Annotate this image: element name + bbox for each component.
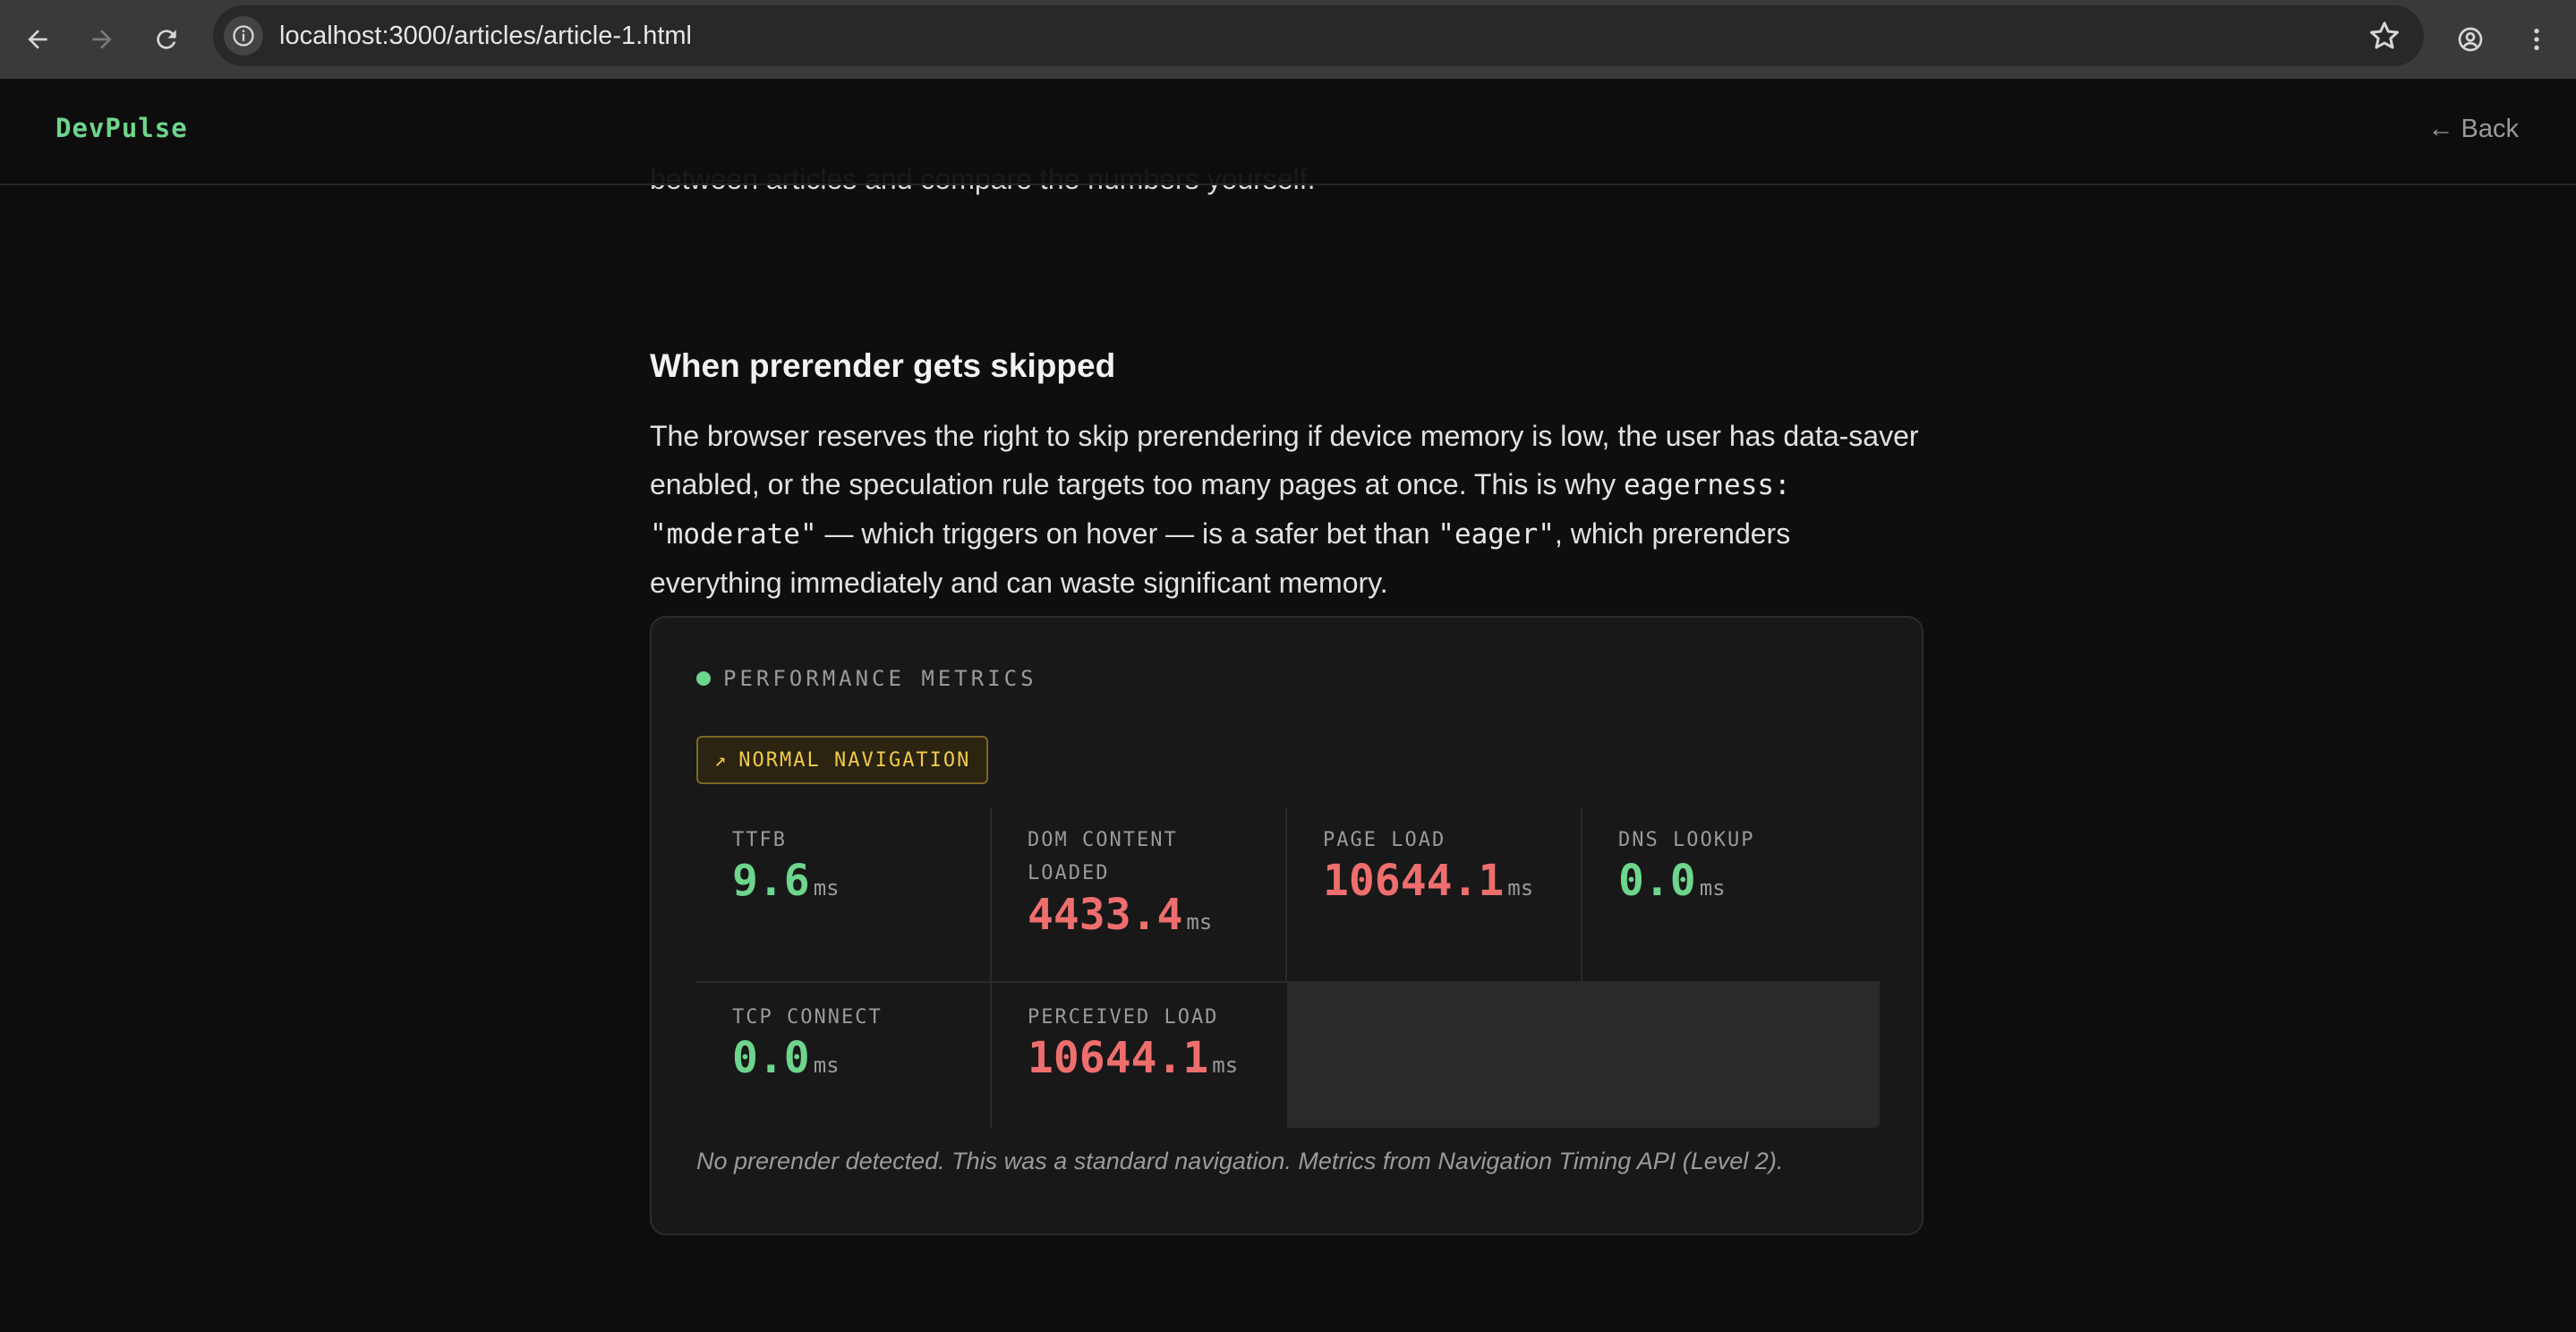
site-header: DevPulse ← Back — [0, 79, 2576, 185]
back-arrow-icon[interactable] — [14, 16, 61, 63]
url-path: :3000/articles/article-1.html — [381, 21, 692, 50]
metric-label: TCP CONNECT — [732, 1006, 883, 1029]
address-bar[interactable]: localhost:3000/articles/article-1.html — [213, 5, 2424, 66]
arrow-up-right-icon: ↗ — [714, 748, 729, 772]
metric-page-load: PAGE LOAD 10644.1 ms — [1287, 807, 1582, 983]
brand-logo[interactable]: DevPulse — [55, 113, 188, 143]
metric-unit: ms — [1212, 1053, 1239, 1078]
browser-toolbar: localhost:3000/articles/article-1.html — [0, 0, 2576, 79]
status-dot-icon — [696, 671, 711, 686]
metric-tcp-connect: TCP CONNECT 0.0 ms — [696, 983, 992, 1128]
site-info-icon[interactable] — [224, 16, 263, 56]
inline-code-eager: "eager" — [1437, 518, 1555, 551]
url-text[interactable]: localhost:3000/articles/article-1.html — [279, 5, 692, 66]
metric-dns-lookup: DNS LOOKUP 0.0 ms — [1582, 807, 1880, 983]
metric-number: 9.6 — [732, 856, 810, 906]
metric-number: 0.0 — [1618, 856, 1696, 906]
metric-unit: ms — [1186, 909, 1213, 935]
menu-kebab-icon[interactable] — [2513, 16, 2560, 63]
forward-arrow-icon[interactable] — [79, 16, 125, 63]
reload-icon[interactable] — [143, 16, 190, 63]
metric-number: 4433.4 — [1028, 890, 1183, 940]
metric-number: 0.0 — [732, 1033, 810, 1083]
metric-number: 10644.1 — [1028, 1033, 1209, 1083]
badge-label: NORMAL NAVIGATION — [738, 748, 971, 772]
metric-perceived-load: PERCEIVED LOAD 10644.1 ms — [992, 983, 1287, 1128]
metric-unit: ms — [1507, 875, 1534, 901]
metric-unit: ms — [1699, 875, 1726, 901]
navigation-type-badge: ↗ NORMAL NAVIGATION — [696, 736, 989, 784]
metric-label: DOM CONTENT LOADED — [1028, 829, 1178, 884]
metric-unit: ms — [813, 875, 840, 901]
metric-label: TTFB — [732, 829, 787, 851]
performance-metrics-card: PERFORMANCE METRICS ↗ NORMAL NAVIGATION … — [650, 616, 1923, 1235]
section-heading: When prerender gets skipped — [650, 347, 1116, 384]
bookmark-star-icon[interactable] — [2367, 18, 2402, 54]
page-viewport: between articles and compare the numbers… — [0, 79, 2576, 1332]
card-title: PERFORMANCE METRICS — [696, 666, 1037, 691]
metrics-grid: TTFB 9.6 ms DOM CONTENT LOADED 4433.4 ms P… — [696, 807, 1880, 1128]
back-link[interactable]: ← Back — [2427, 115, 2519, 144]
metric-value: 9.6 ms — [732, 856, 840, 906]
metric-value: 10644.1 ms — [1323, 856, 1533, 906]
metric-dom-content-loaded: DOM CONTENT LOADED 4433.4 ms — [992, 807, 1287, 983]
metric-ttfb: TTFB 9.6 ms — [696, 807, 992, 983]
profile-icon[interactable] — [2447, 16, 2494, 63]
metrics-footnote: No prerender detected. This was a standa… — [696, 1148, 1784, 1174]
metric-value: 0.0 ms — [732, 1033, 840, 1083]
metrics-grid-empty-slot — [1287, 983, 1880, 1128]
section-paragraph: The browser reserves the right to skip p… — [650, 412, 1925, 607]
url-host: localhost — [279, 21, 382, 50]
metric-label: DNS LOOKUP — [1618, 829, 1755, 851]
metric-value: 10644.1 ms — [1028, 1033, 1238, 1083]
metric-label: PERCEIVED LOAD — [1028, 1006, 1219, 1029]
metric-unit: ms — [813, 1053, 840, 1078]
metric-value: 4433.4 ms — [1028, 890, 1212, 940]
card-title-text: PERFORMANCE METRICS — [723, 666, 1037, 691]
metric-number: 10644.1 — [1323, 856, 1505, 906]
para-text-2: — which triggers on hover — is a safer b… — [816, 517, 1438, 550]
metric-label: PAGE LOAD — [1323, 829, 1446, 851]
metric-value: 0.0 ms — [1618, 856, 1726, 906]
